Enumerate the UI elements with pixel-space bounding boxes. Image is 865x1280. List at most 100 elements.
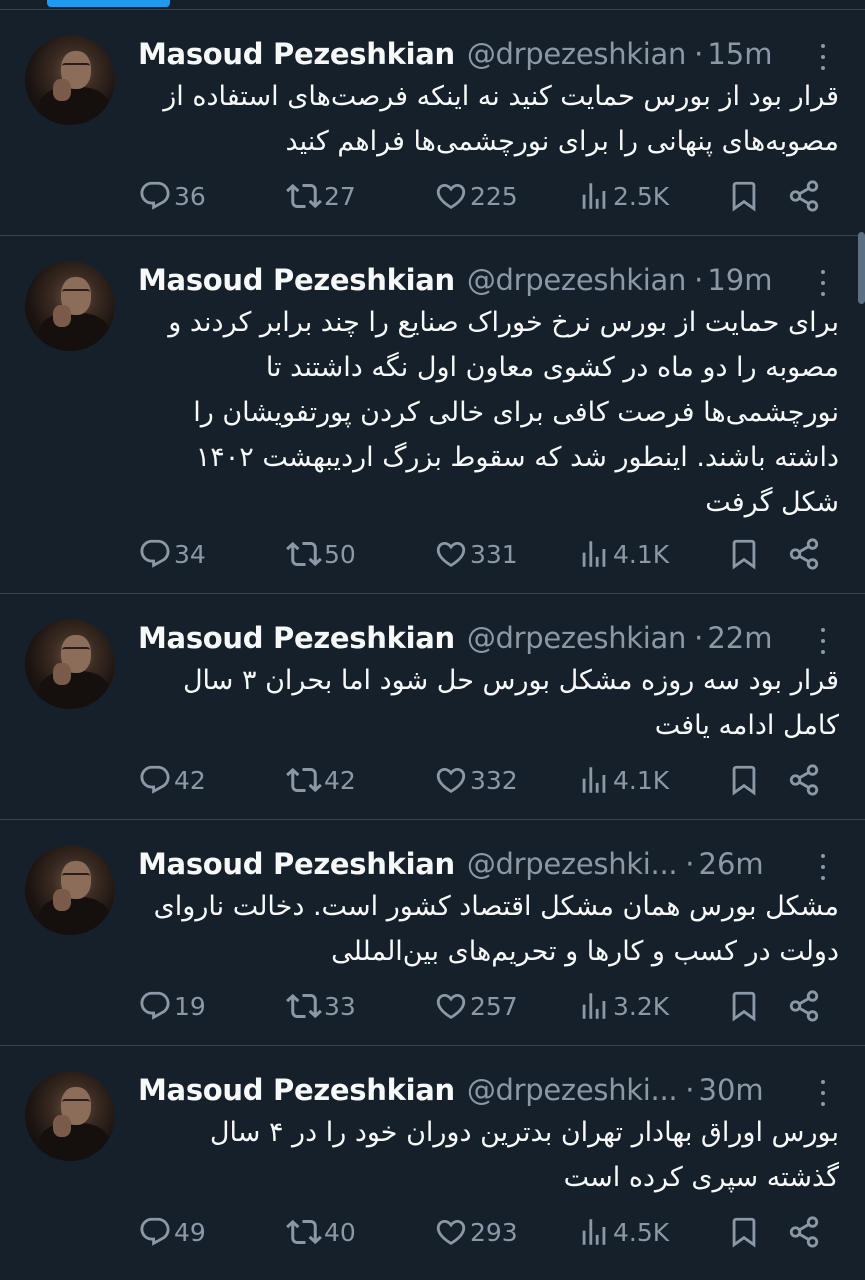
scrollbar[interactable] xyxy=(858,232,865,304)
like-icon xyxy=(436,1219,466,1245)
avatar[interactable] xyxy=(25,35,115,125)
like-button[interactable]: 225 xyxy=(434,179,577,213)
retweet-icon xyxy=(286,541,322,567)
author-handle[interactable]: @drpezeshki... xyxy=(467,1073,678,1107)
share-button[interactable] xyxy=(787,763,821,797)
more-icon[interactable] xyxy=(819,628,827,654)
tweet-time[interactable]: 15m xyxy=(707,37,772,71)
views-button[interactable]: 4.1K xyxy=(577,763,727,797)
retweet-button[interactable]: 33 xyxy=(286,988,434,1024)
avatar[interactable] xyxy=(25,261,115,351)
tweet[interactable]: Masoud Pezeshkian @drpezeshkian · 19m بر… xyxy=(0,236,865,594)
views-icon xyxy=(582,1219,606,1245)
share-icon xyxy=(789,764,819,796)
like-button[interactable]: 331 xyxy=(434,537,577,571)
views-icon xyxy=(582,183,606,209)
retweet-count: 40 xyxy=(324,1217,356,1247)
like-icon xyxy=(436,183,466,209)
tweet-time[interactable]: 26m xyxy=(699,847,764,881)
bookmark-button[interactable] xyxy=(727,179,787,213)
more-icon[interactable] xyxy=(819,44,827,70)
reply-button[interactable]: 19 xyxy=(138,989,286,1023)
views-icon xyxy=(582,541,606,567)
tweet-actions: 49 40 293 4.5K xyxy=(138,1210,825,1254)
like-button[interactable]: 332 xyxy=(434,763,577,797)
tweet[interactable]: Masoud Pezeshkian @drpezeshkian · 15m قر… xyxy=(0,10,865,236)
views-button[interactable]: 4.5K xyxy=(577,1215,727,1249)
reply-count: 42 xyxy=(174,765,206,795)
bookmark-button[interactable] xyxy=(727,763,787,797)
views-icon xyxy=(582,767,606,793)
tweet-text: برای حمایت از بورس نرخ خوراک صنایع را چن… xyxy=(168,307,839,518)
author-name[interactable]: Masoud Pezeshkian xyxy=(138,37,455,71)
tweet-header: Masoud Pezeshkian @drpezeshkian · 15m xyxy=(138,34,829,74)
views-count: 4.5K xyxy=(613,1217,670,1247)
share-button[interactable] xyxy=(787,537,821,571)
author-handle[interactable]: @drpezeshki... xyxy=(467,847,678,881)
retweet-icon xyxy=(286,1219,322,1245)
views-button[interactable]: 2.5K xyxy=(577,179,727,213)
separator-dot: · xyxy=(685,1073,695,1107)
more-icon[interactable] xyxy=(819,270,827,296)
tweet-text: مشکل بورس همان مشکل اقتصاد کشور است. دخا… xyxy=(153,891,839,967)
author-handle[interactable]: @drpezeshkian xyxy=(467,621,687,655)
views-icon xyxy=(582,993,606,1019)
tweet[interactable]: Masoud Pezeshkian @drpezeshki... · 26m م… xyxy=(0,820,865,1046)
bookmark-button[interactable] xyxy=(727,989,787,1023)
author-name[interactable]: Masoud Pezeshkian xyxy=(138,263,455,297)
author-name[interactable]: Masoud Pezeshkian xyxy=(138,1073,455,1107)
tweet[interactable]: Masoud Pezeshkian @drpezeshki... · 30m ب… xyxy=(0,1046,865,1280)
like-button[interactable]: 293 xyxy=(434,1215,577,1249)
like-count: 332 xyxy=(470,765,518,795)
share-button[interactable] xyxy=(787,989,821,1023)
tweet-time[interactable]: 30m xyxy=(699,1073,764,1107)
views-button[interactable]: 4.1K xyxy=(577,537,727,571)
reply-button[interactable]: 42 xyxy=(138,763,286,797)
active-tab-indicator xyxy=(47,0,170,7)
reply-icon xyxy=(140,539,170,568)
retweet-button[interactable]: 50 xyxy=(286,536,434,572)
reply-icon xyxy=(140,991,170,1020)
reply-button[interactable]: 36 xyxy=(138,179,286,213)
reply-count: 34 xyxy=(174,539,206,569)
reply-count: 36 xyxy=(174,181,206,211)
tweet-actions: 36 27 225 2.5K xyxy=(138,174,825,218)
bookmark-icon xyxy=(732,1217,756,1248)
like-count: 225 xyxy=(470,181,518,211)
views-count: 2.5K xyxy=(613,181,670,211)
tweet-time[interactable]: 19m xyxy=(707,263,772,297)
bookmark-icon xyxy=(732,991,756,1022)
share-button[interactable] xyxy=(787,179,821,213)
author-handle[interactable]: @drpezeshkian xyxy=(467,263,687,297)
tweet-header: Masoud Pezeshkian @drpezeshkian · 22m xyxy=(138,618,829,658)
views-button[interactable]: 3.2K xyxy=(577,989,727,1023)
avatar[interactable] xyxy=(25,845,115,935)
retweet-button[interactable]: 42 xyxy=(286,762,434,798)
like-count: 257 xyxy=(470,991,518,1021)
tweet[interactable]: Masoud Pezeshkian @drpezeshkian · 22m قر… xyxy=(0,594,865,820)
tweet-time[interactable]: 22m xyxy=(707,621,772,655)
separator-dot: · xyxy=(694,263,704,297)
timeline-feed: Masoud Pezeshkian @drpezeshkian · 15m قر… xyxy=(0,10,865,1280)
avatar[interactable] xyxy=(25,1071,115,1161)
bookmark-icon xyxy=(732,181,756,212)
avatar[interactable] xyxy=(25,619,115,709)
more-icon[interactable] xyxy=(819,1080,827,1106)
reply-icon xyxy=(140,1217,170,1246)
tweet-header: Masoud Pezeshkian @drpezeshki... · 26m xyxy=(138,844,829,884)
author-handle[interactable]: @drpezeshkian xyxy=(467,37,687,71)
reply-button[interactable]: 34 xyxy=(138,537,286,571)
bookmark-icon xyxy=(732,539,756,570)
like-button[interactable]: 257 xyxy=(434,989,577,1023)
share-icon xyxy=(789,1216,819,1248)
more-icon[interactable] xyxy=(819,854,827,880)
reply-button[interactable]: 49 xyxy=(138,1215,286,1249)
author-name[interactable]: Masoud Pezeshkian xyxy=(138,847,455,881)
author-name[interactable]: Masoud Pezeshkian xyxy=(138,621,455,655)
retweet-button[interactable]: 27 xyxy=(286,178,434,214)
share-button[interactable] xyxy=(787,1215,821,1249)
bookmark-button[interactable] xyxy=(727,1215,787,1249)
retweet-button[interactable]: 40 xyxy=(286,1214,434,1250)
bookmark-button[interactable] xyxy=(727,537,787,571)
like-count: 331 xyxy=(470,539,518,569)
